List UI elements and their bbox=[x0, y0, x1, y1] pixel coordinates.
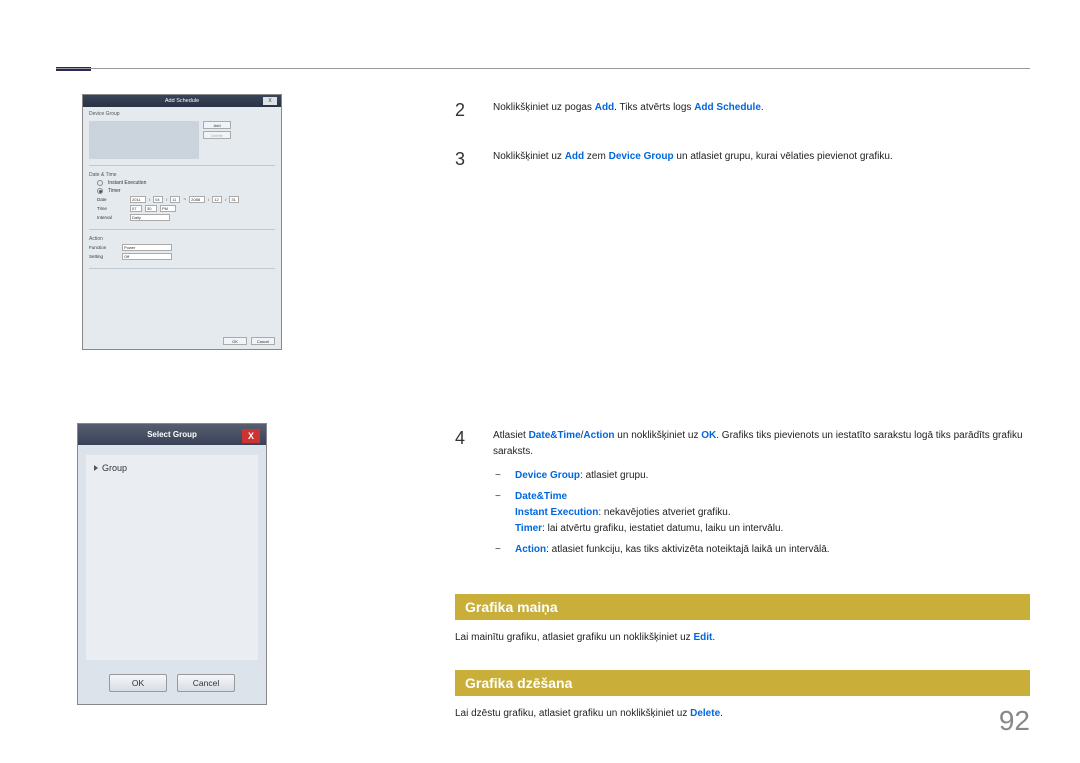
step-text: Noklikšķiniet uz pogas Add. Tiks atvērts… bbox=[493, 100, 1030, 124]
date-y1[interactable]: 2011 bbox=[130, 196, 146, 203]
interval-select[interactable]: Daily bbox=[130, 214, 170, 221]
select-group-screenshot: Select Group X Group OK Cancel bbox=[77, 423, 267, 705]
instant-exec-label[interactable]: Instant Execution bbox=[108, 180, 146, 186]
group-item[interactable]: Group bbox=[94, 463, 250, 473]
step-text: Atlasiet Date&Time/Action un noklikšķini… bbox=[493, 428, 1030, 563]
time-m[interactable]: 30 bbox=[145, 205, 157, 212]
step-number: 2 bbox=[455, 100, 475, 124]
step-3: 3 Noklikšķiniet uz Add zem Device Group … bbox=[455, 149, 1030, 173]
date-m1[interactable]: 04 bbox=[153, 196, 163, 203]
cancel-button[interactable]: Cancel bbox=[177, 674, 235, 692]
step-text: Noklikšķiniet uz Add zem Device Group un… bbox=[493, 149, 1030, 173]
datetime-label: Date & Time bbox=[89, 172, 275, 178]
group-label: Group bbox=[102, 463, 127, 473]
list-item: Device Group: atlasiet grupu. bbox=[505, 468, 1030, 484]
page-number: 92 bbox=[999, 705, 1030, 737]
time-label: Time bbox=[97, 206, 127, 211]
ok-button[interactable]: OK bbox=[223, 337, 247, 345]
function-select[interactable]: Power bbox=[122, 244, 172, 251]
step-number: 3 bbox=[455, 149, 475, 173]
date-m2[interactable]: 12 bbox=[212, 196, 222, 203]
section-heading-delete: Grafika dzēšana bbox=[455, 670, 1030, 696]
step-4: 4 Atlasiet Date&Time/Action un noklikšķi… bbox=[455, 428, 1030, 563]
time-h[interactable]: 07 bbox=[130, 205, 142, 212]
step-2: 2 Noklikšķiniet uz pogas Add. Tiks atvēr… bbox=[455, 100, 1030, 124]
setting-select[interactable]: Off bbox=[122, 253, 172, 260]
date-y2[interactable]: 2088 bbox=[189, 196, 205, 203]
interval-label: Interval bbox=[97, 215, 127, 220]
ok-button[interactable]: OK bbox=[109, 674, 167, 692]
dialog-title: Select Group bbox=[147, 430, 197, 439]
list-item: Action: atlasiet funkciju, kas tiks akti… bbox=[505, 542, 1030, 558]
page-content: 2 Noklikšķiniet uz pogas Add. Tiks atvēr… bbox=[455, 100, 1030, 740]
step-number: 4 bbox=[455, 428, 475, 563]
group-tree[interactable]: Group bbox=[86, 455, 258, 660]
add-button[interactable]: Add bbox=[203, 121, 231, 129]
time-ampm[interactable]: PM bbox=[160, 205, 176, 212]
date-label: Date bbox=[97, 197, 127, 202]
date-d1[interactable]: 11 bbox=[170, 196, 180, 203]
cancel-button[interactable]: Cancel bbox=[251, 337, 275, 345]
device-group-label: Device Group bbox=[89, 111, 275, 117]
disclosure-icon[interactable] bbox=[94, 465, 98, 471]
list-item: Date&Time Instant Execution: nekavējotie… bbox=[505, 489, 1030, 537]
device-group-list[interactable] bbox=[89, 121, 199, 159]
setting-label: Setting bbox=[89, 254, 119, 259]
section-heading-change: Grafika maiņa bbox=[455, 594, 1030, 620]
section-text: Lai mainītu grafiku, atlasiet grafiku un… bbox=[455, 630, 1030, 646]
close-icon[interactable]: X bbox=[242, 429, 260, 443]
add-schedule-screenshot: Add Schedule X Device Group Add Delete D… bbox=[82, 94, 282, 350]
function-label: Function bbox=[89, 245, 119, 250]
delete-button: Delete bbox=[203, 131, 231, 139]
dialog-titlebar: Add Schedule X bbox=[83, 95, 281, 107]
action-label: Action bbox=[89, 236, 275, 242]
section-text: Lai dzēstu grafiku, atlasiet grafiku un … bbox=[455, 706, 1030, 722]
dialog-title: Add Schedule bbox=[165, 98, 199, 104]
close-icon[interactable]: X bbox=[263, 97, 277, 105]
timer-label[interactable]: Timer bbox=[108, 188, 121, 194]
dialog-titlebar: Select Group X bbox=[78, 424, 266, 445]
date-d2[interactable]: 31 bbox=[229, 196, 239, 203]
